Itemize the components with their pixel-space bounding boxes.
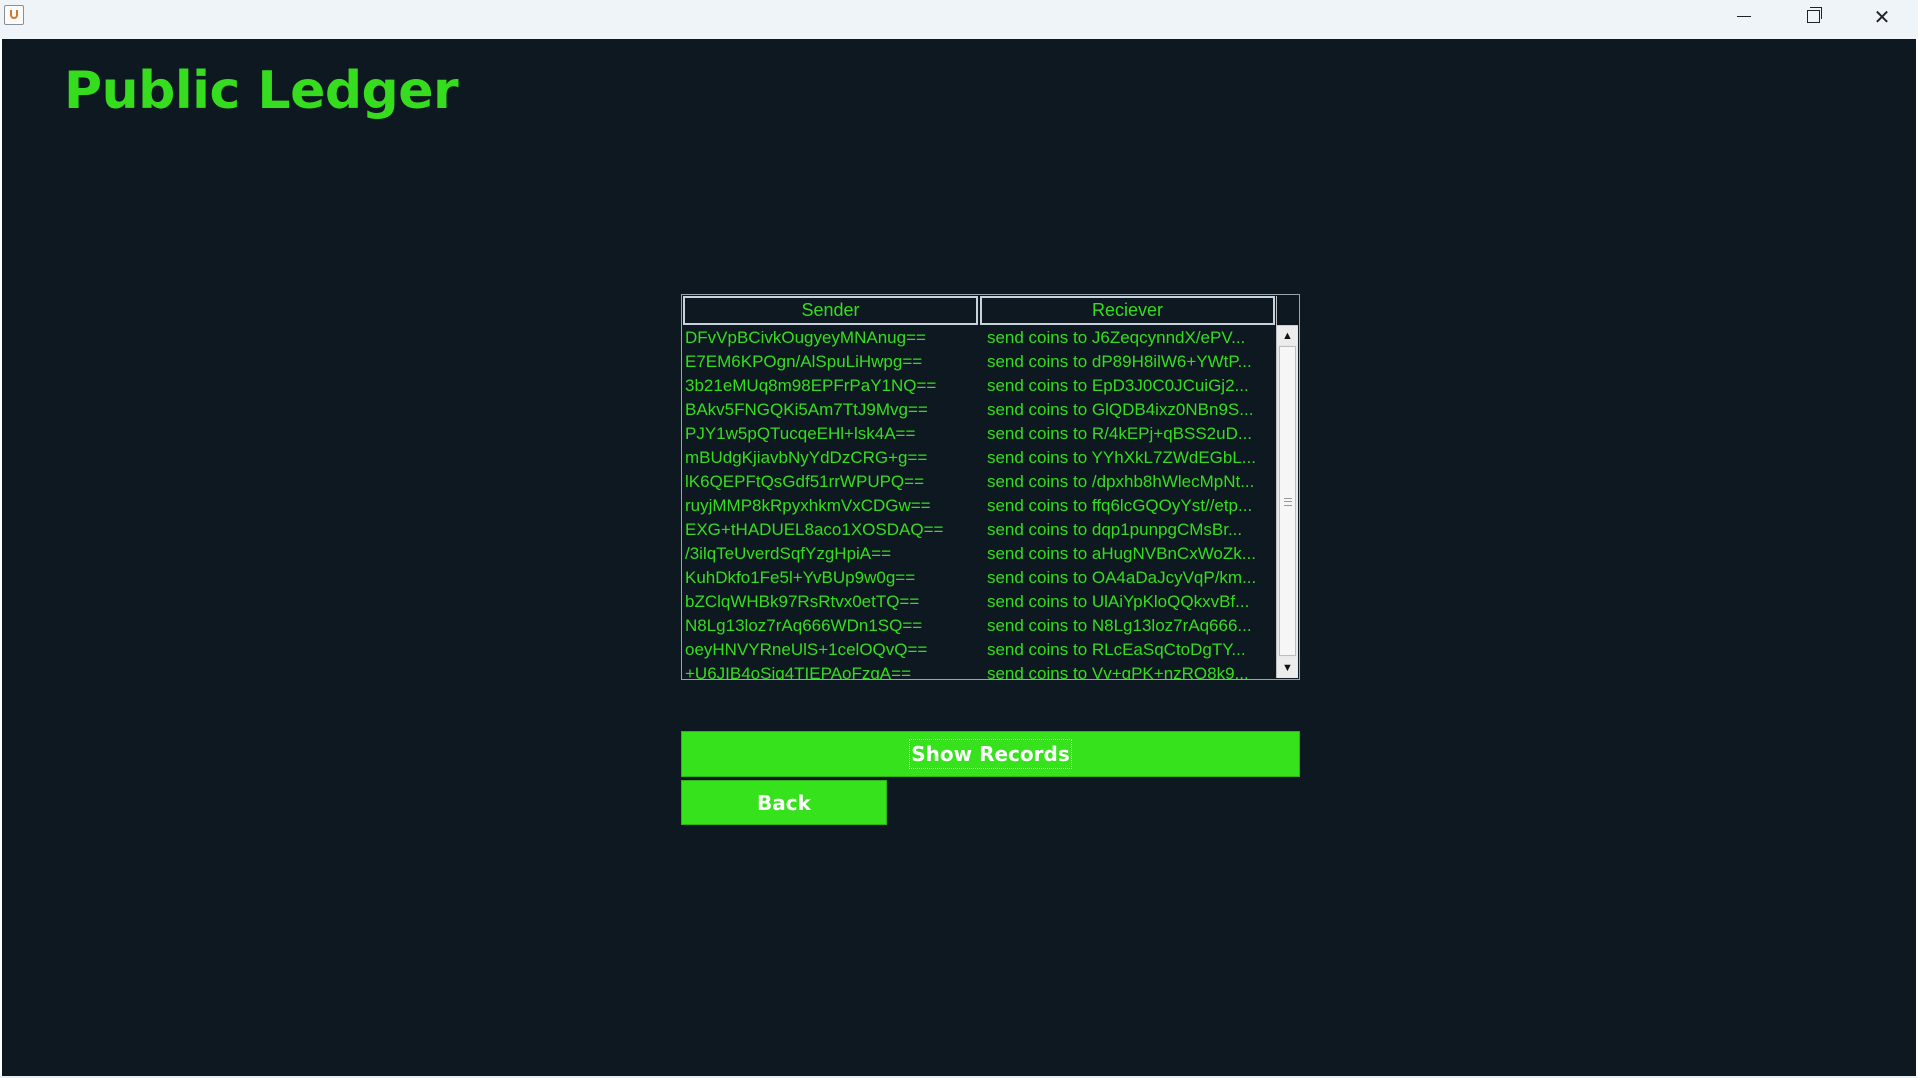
table-row[interactable]: BAkv5FNGQKi5Am7TtJ9Mvg== send coins to Gl…	[683, 398, 1275, 422]
receiver-cell[interactable]: send coins to aHugNVBnCxWoZk...	[981, 542, 1275, 566]
window-titlebar: ✕	[0, 0, 1918, 39]
sender-cell[interactable]: PJY1w5pQTucqeEHl+lsk4A==	[683, 422, 981, 446]
table-row[interactable]: N8Lg13loz7rAq666WDn1SQ== send coins to N8…	[683, 614, 1275, 638]
sender-cell[interactable]: bZClqWHBk97RsRtvx0etTQ==	[683, 590, 981, 614]
receiver-cell[interactable]: send coins to RLcEaSqCtoDgTY...	[981, 638, 1275, 662]
show-records-button[interactable]: Show Records	[681, 731, 1300, 777]
java-cup-icon[interactable]	[4, 5, 24, 25]
sender-cell[interactable]: DFvVpBCivkOugyeyMNAnug==	[683, 326, 981, 350]
receiver-cell[interactable]: send coins to dP89H8ilW6+YWtP...	[981, 350, 1275, 374]
scrollbar-corner	[1277, 296, 1298, 326]
sender-cell[interactable]: EXG+tHADUEL8aco1XOSDAQ==	[683, 518, 981, 542]
receiver-cell[interactable]: send coins to J6ZeqcynndX/ePV...	[981, 326, 1275, 350]
sender-cell[interactable]: /3ilqTeUverdSqfYzgHpiA==	[683, 542, 981, 566]
sender-cell[interactable]: KuhDkfo1Fe5l+YvBUp9w0g==	[683, 566, 981, 590]
vertical-scrollbar[interactable]: ▲ ▼	[1276, 296, 1298, 678]
receiver-cell[interactable]: send coins to /dpxhb8hWlecMpNt...	[981, 470, 1275, 494]
sender-cell[interactable]: N8Lg13loz7rAq666WDn1SQ==	[683, 614, 981, 638]
receiver-cell[interactable]: send coins to YYhXkL7ZWdEGbL...	[981, 446, 1275, 470]
table-body: DFvVpBCivkOugyeyMNAnug== send coins to J6…	[683, 326, 1275, 679]
sender-cell[interactable]: mBUdgKjiavbNyYdDzCRG+g==	[683, 446, 981, 470]
table-header: Sender Reciever	[683, 296, 1275, 325]
sender-cell[interactable]: BAkv5FNGQKi5Am7TtJ9Mvg==	[683, 398, 981, 422]
receiver-cell[interactable]: send coins to GlQDB4ixz0NBn9S...	[981, 398, 1275, 422]
table-row[interactable]: mBUdgKjiavbNyYdDzCRG+g== send coins to YY…	[683, 446, 1275, 470]
scroll-up-arrow-icon[interactable]: ▲	[1278, 327, 1297, 345]
receiver-cell[interactable]: send coins to EpD3J0C0JCuiGj2...	[981, 374, 1275, 398]
minimize-icon	[1737, 16, 1751, 17]
table-row[interactable]: KuhDkfo1Fe5l+YvBUp9w0g== send coins to OA…	[683, 566, 1275, 590]
table-row[interactable]: EXG+tHADUEL8aco1XOSDAQ== send coins to dq…	[683, 518, 1275, 542]
close-button[interactable]: ✕	[1852, 0, 1912, 33]
table-row[interactable]: lK6QEPFtQsGdf51rrWPUPQ== send coins to /d…	[683, 470, 1275, 494]
sender-cell[interactable]: oeyHNVYRneUlS+1celOQvQ==	[683, 638, 981, 662]
sender-cell[interactable]: 3b21eMUq8m98EPFrPaY1NQ==	[683, 374, 981, 398]
close-icon: ✕	[1873, 4, 1891, 29]
back-button[interactable]: Back	[681, 780, 887, 825]
table-row[interactable]: ruyjMMP8kRpyxhkmVxCDGw== send coins to ff…	[683, 494, 1275, 518]
receiver-cell[interactable]: send coins to ffq6lcGQOyYst//etp...	[981, 494, 1275, 518]
scrollbar-grip-icon	[1284, 498, 1292, 506]
maximize-button[interactable]	[1783, 0, 1843, 33]
table-row[interactable]: +U6JIB4oSig4TIEPAoFzgA== send coins to Vv…	[683, 662, 1275, 679]
minimize-button[interactable]	[1714, 0, 1774, 33]
table-row[interactable]: bZClqWHBk97RsRtvx0etTQ== send coins to Ul…	[683, 590, 1275, 614]
page-title: Public Ledger	[64, 61, 459, 121]
ledger-table: Sender Reciever DFvVpBCivkOugyeyMNAnug==…	[681, 294, 1300, 680]
receiver-cell[interactable]: send coins to R/4kEPj+qBSS2uD...	[981, 422, 1275, 446]
table-row[interactable]: DFvVpBCivkOugyeyMNAnug== send coins to J6…	[683, 326, 1275, 350]
table-row[interactable]: 3b21eMUq8m98EPFrPaY1NQ== send coins to Ep…	[683, 374, 1275, 398]
receiver-cell[interactable]: send coins to UlAiYpKloQQkxvBf...	[981, 590, 1275, 614]
sender-cell[interactable]: E7EM6KPOgn/AlSpuLiHwpg==	[683, 350, 981, 374]
column-header-sender[interactable]: Sender	[683, 296, 978, 325]
sender-cell[interactable]: ruyjMMP8kRpyxhkmVxCDGw==	[683, 494, 981, 518]
sender-cell[interactable]: +U6JIB4oSig4TIEPAoFzgA==	[683, 662, 981, 679]
maximize-icon	[1806, 7, 1822, 23]
table-row[interactable]: oeyHNVYRneUlS+1celOQvQ== send coins to RL…	[683, 638, 1275, 662]
receiver-cell[interactable]: send coins to Vv+qPK+nzRQ8k9...	[981, 662, 1275, 679]
scrollbar-thumb[interactable]	[1279, 346, 1296, 656]
sender-cell[interactable]: lK6QEPFtQsGdf51rrWPUPQ==	[683, 470, 981, 494]
receiver-cell[interactable]: send coins to N8Lg13loz7rAq666...	[981, 614, 1275, 638]
receiver-cell[interactable]: send coins to dqp1punpgCMsBr...	[981, 518, 1275, 542]
receiver-cell[interactable]: send coins to OA4aDaJcyVqP/km...	[981, 566, 1275, 590]
table-row[interactable]: /3ilqTeUverdSqfYzgHpiA== send coins to aH…	[683, 542, 1275, 566]
table-row[interactable]: E7EM6KPOgn/AlSpuLiHwpg== send coins to dP…	[683, 350, 1275, 374]
app-content: Public Ledger Sender Reciever DFvVpBCivk…	[2, 39, 1916, 1076]
scroll-down-arrow-icon[interactable]: ▼	[1278, 659, 1297, 677]
show-records-label: Show Records	[909, 739, 1072, 769]
table-row[interactable]: PJY1w5pQTucqeEHl+lsk4A== send coins to R/…	[683, 422, 1275, 446]
column-header-receiver[interactable]: Reciever	[980, 296, 1275, 325]
